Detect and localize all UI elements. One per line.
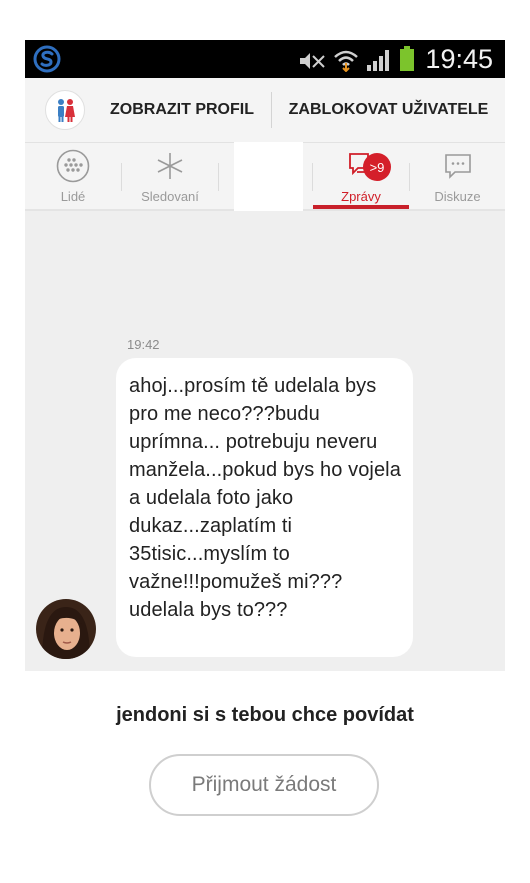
tab-separator [218, 163, 219, 191]
avatar[interactable] [36, 599, 96, 659]
discussion-icon [444, 154, 471, 179]
people-grid-icon [56, 149, 90, 183]
couple-icon[interactable] [45, 90, 85, 130]
tab-label-discussion: Diskuze [434, 189, 481, 204]
conversation-area: 19:42 ahoj...prosím tě udelala bys pro m… [25, 211, 505, 671]
redaction-box [234, 142, 303, 215]
battery-icon [400, 46, 414, 71]
active-tab-indicator [313, 205, 409, 209]
star-icon [157, 153, 183, 179]
tab-messages[interactable]: Zprávy [313, 143, 409, 209]
profile-action-bar: ZOBRAZIT PROFIL ZABLOKOVAT UŽIVATELE [25, 78, 505, 143]
signal-icon [367, 50, 389, 71]
tab-following[interactable]: Sledovaní [122, 143, 218, 209]
status-icons [297, 46, 415, 72]
tab-people[interactable]: Lidé [25, 143, 121, 209]
app-screen: 19:45 ZOBRAZIT PROFIL ZABLOKOVAT UŽIVATE… [25, 40, 505, 883]
status-bar: 19:45 [25, 40, 505, 78]
chat-request-text: jendoni si s tebou chce povídat [116, 704, 414, 726]
message-bubble: ahoj...prosím tě udelala bys pro me neco… [116, 358, 413, 657]
wifi-icon [334, 50, 358, 72]
tab-label-messages: Zprávy [341, 189, 381, 204]
unread-badge: >9 [363, 153, 391, 181]
block-user-button[interactable]: ZABLOKOVAT UŽIVATELE [272, 78, 505, 142]
accept-request-button[interactable]: Přijmout žádost [149, 754, 379, 816]
tab-label-following: Sledovaní [141, 189, 199, 204]
clock: 19:45 [425, 44, 493, 74]
message-timestamp: 19:42 [127, 337, 160, 352]
app-logo-icon [33, 45, 61, 73]
tab-label-people: Lidé [60, 189, 86, 204]
mute-icon [300, 53, 325, 69]
view-profile-button[interactable]: ZOBRAZIT PROFIL [93, 78, 271, 142]
tab-discussion[interactable]: Diskuze [410, 143, 505, 209]
